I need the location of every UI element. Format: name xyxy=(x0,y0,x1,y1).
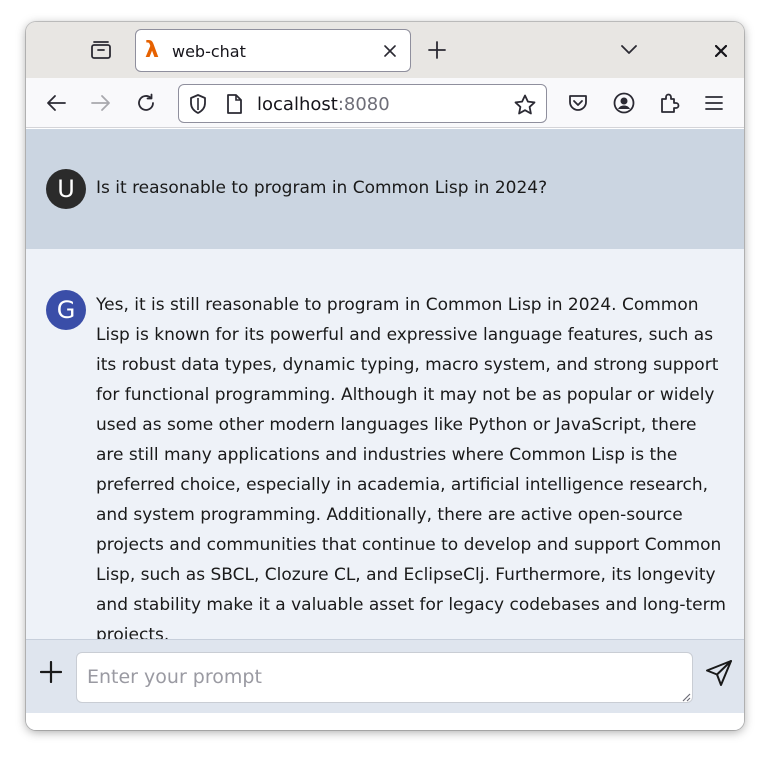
send-icon[interactable] xyxy=(704,658,734,688)
prompt-input[interactable] xyxy=(76,652,693,703)
url-port: :8080 xyxy=(337,94,390,115)
url-bar[interactable]: localhost:8080 xyxy=(178,84,547,123)
page-info-icon[interactable] xyxy=(223,93,245,115)
url-host: localhost xyxy=(257,94,338,115)
close-tab-icon[interactable] xyxy=(381,42,399,60)
account-icon[interactable] xyxy=(612,91,636,115)
tab-manager-icon[interactable] xyxy=(88,38,114,62)
lambda-icon: λ xyxy=(145,38,159,63)
shield-icon[interactable] xyxy=(187,93,209,115)
tab-title: web-chat xyxy=(172,42,246,61)
close-window-icon[interactable] xyxy=(710,40,732,62)
bottom-strip xyxy=(26,713,744,730)
browser-window: λ web-chat localhost:8080 U Is it reason… xyxy=(26,22,744,730)
resize-grip-icon[interactable] xyxy=(682,693,691,702)
user-message: U Is it reasonable to program in Common … xyxy=(26,129,744,249)
plus-icon[interactable] xyxy=(38,659,64,685)
reload-icon[interactable] xyxy=(134,91,158,115)
assistant-avatar: G xyxy=(46,290,86,330)
bookmark-star-icon[interactable] xyxy=(513,93,537,115)
chevron-down-icon[interactable] xyxy=(618,39,640,61)
url-text[interactable]: localhost:8080 xyxy=(257,94,390,115)
user-avatar: U xyxy=(46,169,86,209)
tab-web-chat[interactable]: λ web-chat xyxy=(135,29,411,72)
extensions-puzzle-icon[interactable] xyxy=(657,91,681,115)
new-tab-icon[interactable] xyxy=(426,39,448,61)
chat-page: U Is it reasonable to program in Common … xyxy=(26,129,744,730)
user-message-text: Is it reasonable to program in Common Li… xyxy=(96,178,548,198)
back-arrow-icon[interactable] xyxy=(44,91,68,115)
forward-arrow-icon[interactable] xyxy=(89,91,113,115)
hamburger-menu-icon[interactable] xyxy=(702,91,726,115)
tab-strip: λ web-chat xyxy=(26,22,744,78)
pocket-icon[interactable] xyxy=(566,91,590,115)
navigation-toolbar: localhost:8080 xyxy=(26,78,744,128)
prompt-composer xyxy=(26,639,744,730)
assistant-message-text: Yes, it is still reasonable to program i… xyxy=(96,295,726,645)
